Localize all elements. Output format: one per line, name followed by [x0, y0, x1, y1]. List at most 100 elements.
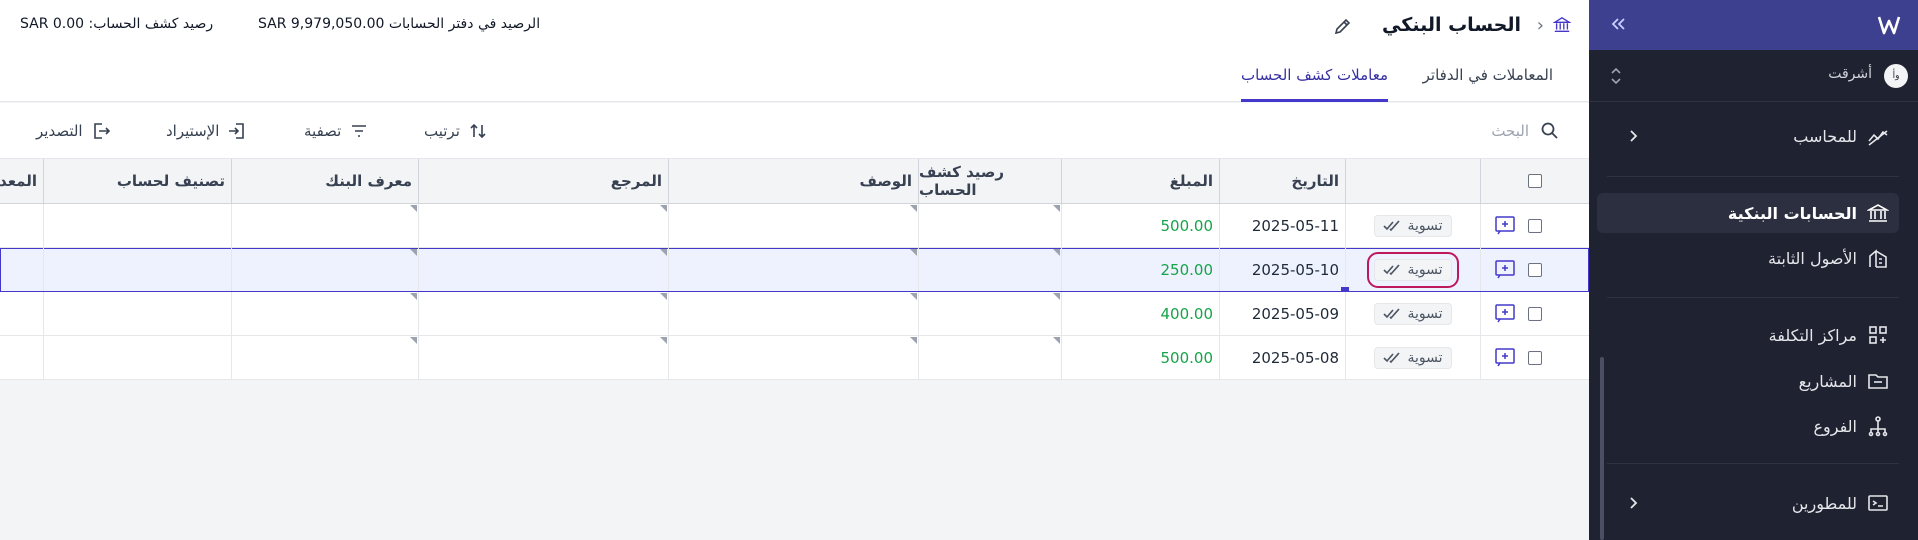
folder-icon [1868, 374, 1888, 389]
sidebar-item-branches[interactable]: الفروع [1597, 406, 1899, 446]
tab-book-transactions[interactable]: المعاملات في الدفاتر [1423, 66, 1553, 102]
import-icon [229, 123, 245, 139]
import-label: الإستيراد [166, 122, 220, 140]
add-note-icon[interactable] [1494, 302, 1516, 324]
description-cell[interactable] [668, 292, 918, 335]
search-input[interactable] [1269, 117, 1529, 145]
export-button[interactable]: التصدير [36, 117, 111, 145]
amount-cell[interactable]: 500.00 [1061, 336, 1219, 379]
bank-id-cell[interactable] [231, 336, 418, 379]
table-row[interactable]: تسوية 2025-05-11 500.00 [0, 204, 1589, 248]
amount-cell[interactable]: 400.00 [1061, 292, 1219, 335]
sidebar-header [1589, 0, 1918, 50]
sidebar-item-fixed-assets[interactable]: الأصول الثابتة [1597, 238, 1899, 278]
tab-statement-transactions[interactable]: معاملات كشف الحساب [1240, 66, 1388, 102]
bank-id-cell[interactable] [231, 248, 418, 291]
sidebar-item-label: المشاريع [1798, 371, 1857, 391]
collapse-sidebar-icon[interactable] [1609, 14, 1629, 34]
row-checkbox[interactable] [1528, 218, 1542, 233]
status-label: تسوية [1407, 305, 1443, 322]
bank-icon[interactable] [1553, 16, 1571, 34]
row-checkbox[interactable] [1528, 350, 1542, 365]
reconcile-badge[interactable]: تسوية [1374, 302, 1452, 325]
sidebar-item-label: للمحاسب [1793, 126, 1857, 146]
filter-button[interactable]: تصفية [304, 117, 369, 145]
select-all-checkbox[interactable] [1528, 174, 1542, 188]
page-header: › الحساب البنكي الرصيد في دفتر الحسابات … [0, 0, 1589, 102]
row-checkbox[interactable] [1528, 306, 1542, 321]
chart-icon [1868, 130, 1888, 146]
reference-cell[interactable] [418, 248, 668, 291]
table-row-selected[interactable]: تسوية 2025-05-10 250.00 [0, 248, 1589, 295]
header-partial-column[interactable]: المعد [0, 159, 43, 203]
table-row[interactable]: تسوية 2025-05-09 400.00 [0, 292, 1589, 336]
account-category-cell[interactable] [43, 204, 231, 247]
amount-cell[interactable]: 250.00 [1061, 248, 1219, 291]
add-note-icon[interactable] [1494, 214, 1516, 236]
row-checkbox[interactable] [1528, 262, 1542, 277]
sidebar-item-accountant[interactable]: للمحاسب [1597, 116, 1899, 156]
header-date[interactable]: التاريخ [1219, 159, 1345, 203]
ledger-balance: الرصيد في دفتر الحسابات SAR 9,979,050.00 [258, 16, 541, 32]
add-note-icon[interactable] [1494, 346, 1516, 368]
reconcile-badge[interactable]: تسوية [1374, 214, 1452, 237]
header-statement-balance[interactable]: رصيد كشف الحساب [918, 159, 1061, 203]
breadcrumb-chevron-icon: › [1536, 15, 1544, 36]
sidebar-item-label: الحسابات البنكية [1727, 203, 1857, 223]
bank-id-cell[interactable] [231, 204, 418, 247]
organization-switcher[interactable]: ﻭﺃ أشرقت [1589, 50, 1918, 102]
edit-icon[interactable] [1333, 16, 1353, 36]
sidebar-item-label: للمطورين [1791, 493, 1857, 513]
header-reference[interactable]: المرجع [418, 159, 668, 203]
account-category-cell[interactable] [43, 248, 231, 291]
import-button[interactable]: الإستيراد [166, 117, 247, 145]
sort-button[interactable]: ترتيب [424, 117, 488, 145]
table-header-row: التاريخ المبلغ رصيد كشف الحساب الوصف الم… [0, 159, 1589, 204]
description-cell[interactable] [668, 248, 918, 291]
reconcile-badge[interactable]: تسوية [1374, 346, 1452, 369]
sidebar-item-bank-accounts[interactable]: الحسابات البنكية [1597, 193, 1899, 233]
description-cell[interactable] [668, 204, 918, 247]
status-cell: تسوية [1345, 336, 1480, 379]
chevron-updown-icon [1611, 67, 1621, 85]
table-row[interactable]: تسوية 2025-05-08 500.00 [0, 336, 1589, 380]
date-cell[interactable]: 2025-05-08 [1219, 336, 1345, 379]
header-amount[interactable]: المبلغ [1061, 159, 1219, 203]
statement-balance-cell[interactable] [918, 336, 1061, 379]
header-account-category[interactable]: تصنيف لحساب [43, 159, 231, 203]
header-description[interactable]: الوصف [668, 159, 918, 203]
date-cell[interactable]: 2025-05-09 [1219, 292, 1345, 335]
date-cell[interactable]: 2025-05-11 [1219, 204, 1345, 247]
reference-cell[interactable] [418, 204, 668, 247]
statement-balance-cell[interactable] [918, 292, 1061, 335]
sidebar-divider [1607, 176, 1899, 177]
reference-cell[interactable] [418, 292, 668, 335]
sidebar-item-projects[interactable]: المشاريع [1597, 361, 1899, 401]
double-check-icon [1383, 307, 1401, 319]
double-check-icon [1383, 351, 1401, 363]
reference-cell[interactable] [418, 336, 668, 379]
sidebar-scrollbar[interactable] [1600, 357, 1604, 540]
amount-cell[interactable]: 500.00 [1061, 204, 1219, 247]
grid-icon [1869, 326, 1887, 344]
header-bank-id[interactable]: معرف البنك [231, 159, 418, 203]
date-cell[interactable]: 2025-05-10 [1219, 248, 1345, 291]
statement-balance-cell[interactable] [918, 248, 1061, 291]
reconcile-badge[interactable]: تسوية [1367, 251, 1459, 288]
account-category-cell[interactable] [43, 336, 231, 379]
sidebar-item-developers[interactable]: للمطورين [1597, 483, 1899, 523]
status-cell: تسوية [1345, 248, 1480, 291]
description-cell[interactable] [668, 336, 918, 379]
branches-icon [1868, 416, 1888, 437]
chevron-right-icon [1630, 130, 1638, 142]
bank-id-cell[interactable] [231, 292, 418, 335]
sidebar: ﻭﺃ أشرقت للمحاسب الحسابات البنكية الأصول… [1589, 0, 1918, 540]
org-avatar: ﻭﺃ [1884, 64, 1908, 88]
add-note-icon[interactable] [1494, 258, 1516, 280]
account-category-cell[interactable] [43, 292, 231, 335]
statement-balance-cell[interactable] [918, 204, 1061, 247]
toolbar: ترتيب تصفية الإستيراد التصدير [0, 103, 1589, 159]
sidebar-item-cost-centers[interactable]: مراكز التكلفة [1597, 315, 1899, 355]
bank-icon [1867, 204, 1889, 222]
sort-label: ترتيب [424, 122, 460, 140]
